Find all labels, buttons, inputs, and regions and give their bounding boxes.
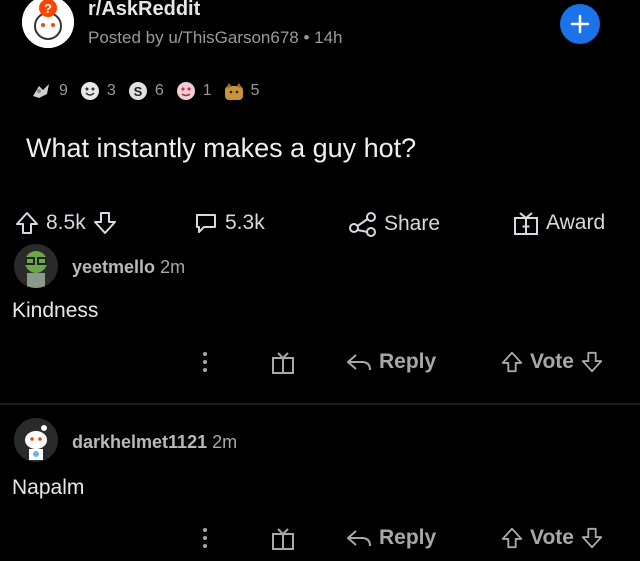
award-label: Award: [546, 211, 606, 234]
comment-vote-group: Vote: [500, 350, 604, 374]
comment-body: Napalm: [12, 476, 85, 499]
post-score: 8.5k: [46, 211, 86, 234]
svg-text:?: ?: [44, 1, 52, 16]
wholesome-award-icon: [78, 80, 102, 102]
vote-label: Vote: [530, 350, 574, 373]
post-title[interactable]: What instantly makes a guy hot?: [26, 133, 416, 164]
gift-icon: [512, 210, 540, 236]
plus-icon: [569, 13, 591, 35]
award-item: 3: [78, 80, 116, 102]
comment-time: 2m: [160, 257, 186, 277]
comment-divider: [0, 403, 640, 405]
svg-text:S: S: [133, 84, 142, 99]
comment-author[interactable]: yeetmello: [72, 257, 155, 277]
post-meta: Posted by u/ThisGarson678 • 14h: [88, 28, 343, 47]
avatar[interactable]: [14, 244, 58, 288]
more-options-button[interactable]: [200, 525, 210, 551]
comment-icon: [193, 210, 219, 236]
comment-time: 2m: [212, 432, 238, 452]
silver-award-icon: [30, 80, 54, 102]
subreddit-avatar[interactable]: ?: [22, 0, 74, 48]
share-button[interactable]: Share: [348, 210, 440, 238]
upvote-icon[interactable]: [500, 350, 524, 374]
award-item: 5: [222, 80, 260, 102]
post-vote-group: 8.5k: [14, 210, 118, 236]
award-item: 9: [30, 80, 68, 102]
reply-button[interactable]: Reply: [345, 526, 436, 550]
gift-icon: [270, 350, 296, 376]
vote-label: Vote: [530, 526, 574, 549]
award-count: 9: [59, 82, 68, 99]
s-award-icon: S: [126, 80, 150, 102]
gift-icon: [270, 526, 296, 552]
reply-icon: [345, 526, 373, 550]
reply-button[interactable]: Reply: [345, 350, 436, 374]
downvote-icon[interactable]: [580, 350, 604, 374]
share-label: Share: [384, 212, 441, 235]
reply-label: Reply: [379, 350, 437, 373]
award-button[interactable]: Award: [512, 210, 605, 236]
award-item: S 6: [126, 80, 164, 102]
comments-button[interactable]: 5.3k: [193, 210, 265, 236]
comment-author-line: yeetmello 2m: [72, 257, 185, 278]
heart-eyes-award-icon: [174, 80, 198, 102]
downvote-icon[interactable]: [580, 526, 604, 550]
share-icon: [348, 210, 378, 238]
upvote-icon[interactable]: [500, 526, 524, 550]
award-count: 3: [106, 82, 116, 99]
award-item: 1: [174, 80, 212, 102]
awards-row[interactable]: 9 3 S 6 1 5: [30, 80, 260, 102]
comment-count: 5.3k: [225, 211, 265, 234]
award-count: 5: [250, 82, 260, 99]
doge-award-icon: [222, 80, 246, 102]
comment-author[interactable]: darkhelmet1121: [72, 432, 207, 452]
comment-award-button[interactable]: [270, 350, 296, 376]
comment-author-line: darkhelmet1121 2m: [72, 432, 237, 453]
more-options-icon: [200, 349, 210, 375]
reply-label: Reply: [379, 526, 437, 549]
more-options-icon: [200, 525, 210, 551]
upvote-icon[interactable]: [14, 210, 40, 236]
join-button[interactable]: [560, 4, 600, 44]
comment-vote-group: Vote: [500, 526, 604, 550]
subreddit-name[interactable]: r/AskReddit: [88, 0, 200, 21]
more-options-button[interactable]: [200, 349, 210, 375]
award-count: 1: [202, 82, 212, 99]
award-count: 6: [154, 82, 164, 99]
comment-award-button[interactable]: [270, 526, 296, 552]
avatar[interactable]: [14, 418, 58, 462]
reply-icon: [345, 350, 373, 374]
comment-body: Kindness: [12, 299, 99, 322]
downvote-icon[interactable]: [92, 210, 118, 236]
